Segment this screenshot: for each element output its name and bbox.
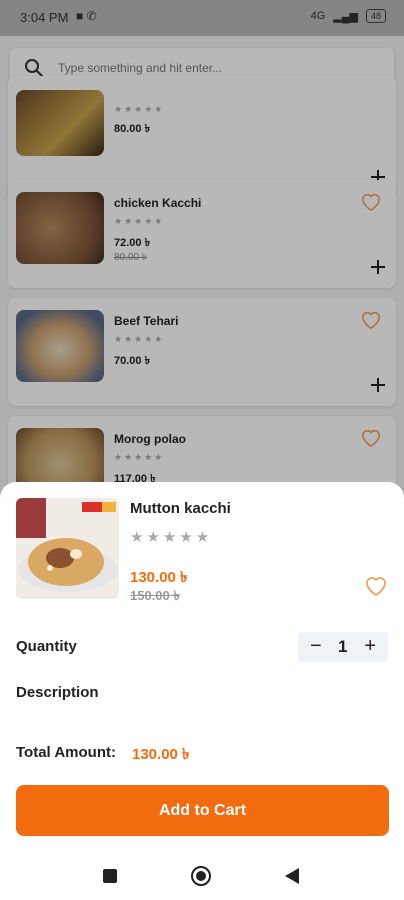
plus-icon[interactable]: + xyxy=(364,635,376,657)
quantity-stepper[interactable]: − 1 + xyxy=(298,632,388,662)
description-label: Description xyxy=(16,684,99,701)
circle-icon[interactable] xyxy=(190,865,212,892)
triangle-back-icon[interactable] xyxy=(284,867,300,890)
product-image xyxy=(16,498,119,599)
square-icon[interactable] xyxy=(102,868,118,889)
rating-stars: ★★★★★ xyxy=(130,529,213,546)
total-amount-value: 130.00 ৳ xyxy=(132,746,190,763)
product-old-price: 150.00 ৳ xyxy=(130,588,180,603)
minus-icon[interactable]: − xyxy=(310,635,322,657)
product-name: Mutton kacchi xyxy=(130,500,231,517)
heart-outline-icon[interactable] xyxy=(364,575,388,602)
system-nav-bar xyxy=(0,854,404,900)
add-to-cart-button[interactable]: Add to Cart xyxy=(16,785,389,836)
quantity-value: 1 xyxy=(338,637,348,656)
total-amount-label: Total Amount: xyxy=(16,744,116,761)
product-bottom-sheet: Mutton kacchi ★★★★★ 130.00 ৳ 150.00 ৳ Qu… xyxy=(0,482,404,900)
quantity-label: Quantity xyxy=(16,638,77,655)
